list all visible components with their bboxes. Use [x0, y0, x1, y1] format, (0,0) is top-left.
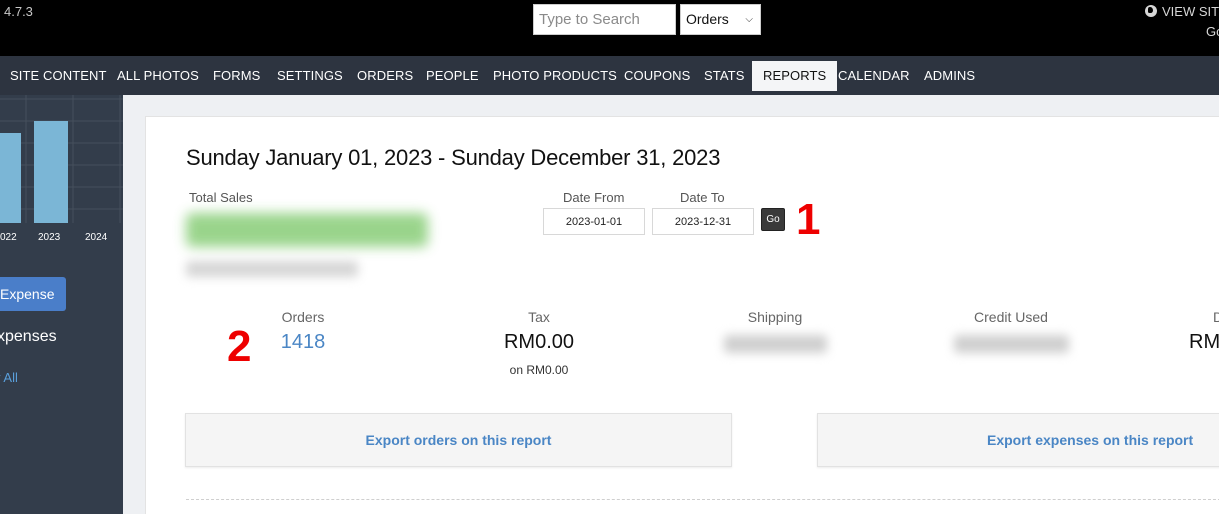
chart-year-label: 022 — [0, 232, 17, 243]
yearly-sales-chart — [0, 95, 123, 223]
chart-year-label: 2023 — [38, 232, 61, 243]
date-from-input[interactable] — [543, 208, 645, 235]
search-scope-select[interactable]: Orders ⌵ — [680, 4, 761, 35]
expenses-heading: xpenses — [0, 328, 57, 345]
search-scope-value: Orders — [686, 11, 729, 27]
globe-icon — [1145, 5, 1157, 17]
chart-bar-2023 — [34, 121, 68, 223]
nav-coupons[interactable]: COUPONS — [624, 56, 690, 95]
main-nav: SITE CONTENT ALL PHOTOS FORMS SETTINGS O… — [0, 56, 1219, 95]
date-from-label: Date From — [563, 190, 625, 205]
chevron-down-icon: ⌵ — [745, 14, 753, 25]
section-divider — [186, 499, 1219, 500]
partial-stat-value: RM — [1189, 331, 1219, 353]
app-version: 4.7.3 — [4, 4, 33, 19]
shipping-stat-label: Shipping — [747, 309, 803, 325]
orders-stat-value[interactable]: 1418 — [203, 331, 403, 354]
nav-people[interactable]: PEOPLE — [426, 56, 479, 95]
tax-stat-value: RM0.00 — [503, 331, 575, 353]
total-sales-value-redacted — [186, 213, 428, 247]
nav-orders[interactable]: ORDERS — [357, 56, 413, 95]
apply-date-range-button[interactable]: Go — [761, 208, 785, 231]
nav-site-content[interactable]: SITE CONTENT — [10, 56, 107, 95]
nav-calendar[interactable]: CALENDAR — [838, 56, 910, 95]
search-input[interactable] — [533, 4, 676, 35]
orders-stat-label: Orders — [281, 309, 325, 325]
view-site-link[interactable]: VIEW SITE — [1145, 4, 1219, 19]
add-expense-label: Expense — [0, 286, 55, 302]
annotation-marker-1: 1 — [796, 195, 821, 244]
chart-bar-2022 — [0, 133, 21, 223]
add-expense-button[interactable]: Expense — [0, 277, 66, 311]
nav-reports[interactable]: REPORTS — [752, 61, 838, 91]
top-bar: 4.7.3 Orders ⌵ VIEW SITE Go — [0, 0, 1219, 56]
report-date-range-title: Sunday January 01, 2023 - Sunday Decembe… — [186, 145, 721, 170]
credit-used-stat-value-redacted — [954, 335, 1069, 353]
nav-forms[interactable]: FORMS — [213, 56, 260, 95]
date-to-label: Date To — [680, 190, 725, 205]
total-sales-label: Total Sales — [189, 190, 253, 205]
nav-all-photos[interactable]: ALL PHOTOS — [117, 56, 199, 95]
credit-used-stat-label: Credit Used — [974, 309, 1048, 325]
go-link[interactable]: Go — [1206, 24, 1219, 39]
sidebar: 022 2023 2024 Expense xpenses v All — [0, 95, 123, 514]
nav-photo-products[interactable]: PHOTO PRODUCTS — [493, 56, 617, 95]
tax-stat-subtext: on RM0.00 — [509, 363, 569, 377]
shipping-stat-value-redacted — [724, 335, 827, 353]
export-expenses-button[interactable]: Export expenses on this report — [817, 413, 1219, 467]
chart-year-label: 2024 — [85, 232, 108, 243]
export-orders-button[interactable]: Export orders on this report — [185, 413, 732, 467]
nav-settings[interactable]: SETTINGS — [277, 56, 343, 95]
partial-stat-label: D — [1213, 309, 1219, 325]
view-all-expenses-link[interactable]: v All — [0, 370, 18, 385]
view-site-label: VIEW SITE — [1162, 4, 1219, 19]
nav-admins[interactable]: ADMINS — [924, 56, 975, 95]
tax-stat-label: Tax — [528, 309, 550, 325]
date-to-input[interactable] — [652, 208, 754, 235]
total-sales-subtext-redacted — [186, 261, 358, 277]
nav-stats[interactable]: STATS — [704, 56, 744, 95]
